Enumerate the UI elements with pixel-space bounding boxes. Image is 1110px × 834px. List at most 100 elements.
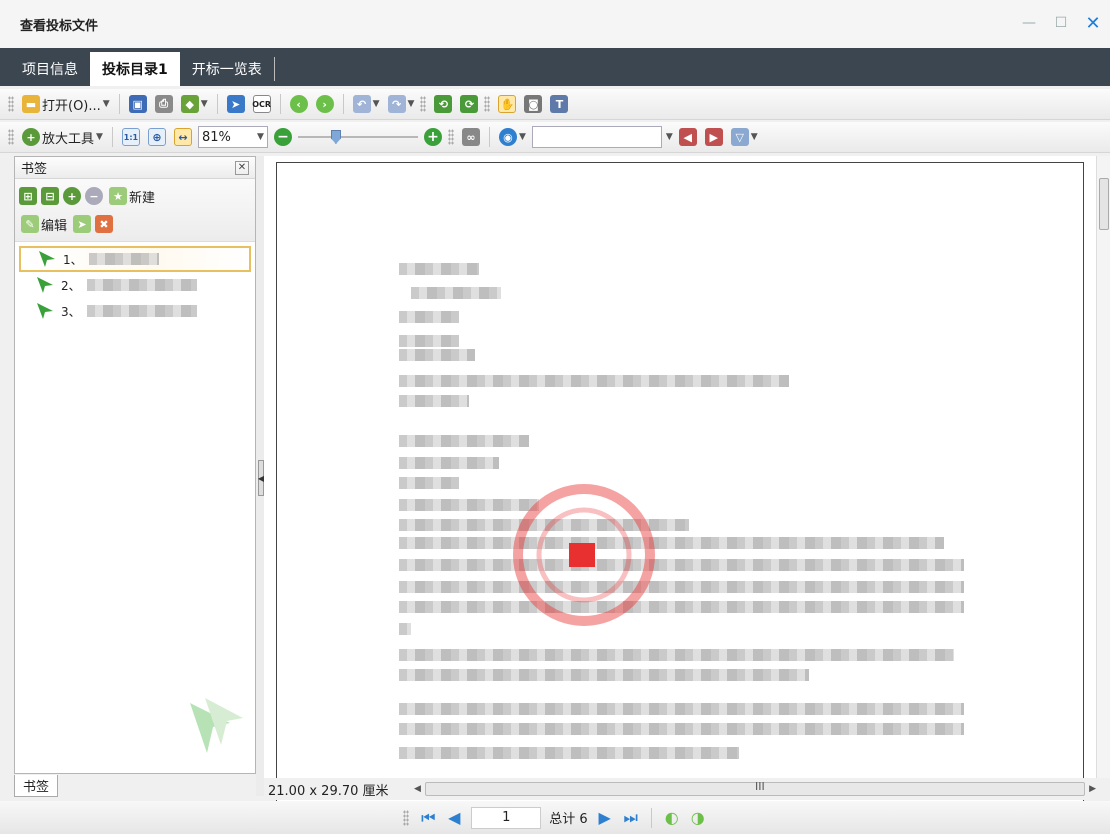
close-icon[interactable]: ✕: [235, 160, 249, 175]
history-back-icon[interactable]: ◐: [663, 808, 681, 827]
previous-page-icon[interactable]: ◀: [445, 808, 463, 827]
toolbar-grip[interactable]: [484, 96, 491, 112]
tab-bid-directory[interactable]: 投标目录1: [90, 52, 180, 86]
snapshot-button[interactable]: ◙: [522, 93, 544, 115]
save-button[interactable]: ▣: [127, 93, 149, 115]
total-pages-label: 总计 6: [549, 812, 588, 827]
bookmark-item[interactable]: 3、: [17, 298, 253, 324]
first-page-icon[interactable]: ⏮: [419, 808, 437, 827]
actual-size-button[interactable]: 1:1: [120, 126, 142, 148]
search-input[interactable]: [531, 126, 662, 148]
toolbar-grip[interactable]: [420, 96, 427, 112]
new-bookmark-button[interactable]: ★ 新建: [107, 185, 157, 207]
zoom-in-icon[interactable]: +: [63, 187, 81, 205]
rotate-left-button[interactable]: ⟲: [432, 93, 454, 115]
tab-project-info[interactable]: 项目信息: [10, 52, 90, 86]
toolbar-grip[interactable]: [8, 129, 14, 145]
redacted-text: [399, 623, 411, 641]
fit-width-icon: ↔: [173, 128, 192, 146]
bookmark-item[interactable]: 1、: [19, 246, 251, 272]
tab-divider: [273, 57, 275, 81]
horizontal-scrollbar[interactable]: ◀ III ▶: [414, 780, 1110, 797]
zoom-slider[interactable]: [297, 127, 418, 147]
rotate-right-icon: ⟳: [460, 95, 479, 113]
redacted-text: [399, 457, 499, 475]
zoom-slider-thumb[interactable]: [330, 130, 341, 144]
document-viewer[interactable]: [264, 156, 1096, 802]
vertical-scrollbar[interactable]: [1096, 156, 1110, 778]
collapse-all-icon[interactable]: ⊟: [41, 187, 59, 205]
chevron-down-icon: ▼: [96, 132, 103, 142]
scroll-left-icon[interactable]: ◀: [414, 784, 421, 794]
find-previous-button[interactable]: ◀: [677, 126, 699, 148]
history-forward-icon[interactable]: ◑: [689, 808, 707, 827]
find-button[interactable]: ∞: [460, 126, 482, 148]
redacted-text: [399, 435, 529, 453]
zoom-tool-label: 放大工具: [42, 131, 95, 147]
bookmark-arrow-icon: [37, 303, 53, 319]
bookmark-item-label: 3、: [61, 304, 81, 319]
zoom-out-icon[interactable]: −: [85, 187, 103, 205]
chevron-down-icon[interactable]: ▼: [666, 132, 673, 142]
toolbar-grip[interactable]: [447, 129, 454, 145]
forward-button[interactable]: ›: [314, 93, 336, 115]
redo-button[interactable]: ↷ ▼: [386, 93, 417, 115]
last-page-icon[interactable]: ⏭: [622, 808, 640, 827]
print-button[interactable]: ⎙: [153, 93, 175, 115]
scroll-grip-mark: III: [755, 780, 765, 793]
minimize-icon[interactable]: —: [1020, 14, 1038, 32]
zoom-in-button[interactable]: +: [422, 126, 444, 148]
redacted-text: [399, 581, 964, 599]
tab-bid-opening-list[interactable]: 开标一览表: [180, 52, 274, 86]
move-bookmark-icon[interactable]: ➤: [73, 215, 92, 233]
zoom-tool-button[interactable]: + 放大工具 ▼: [20, 126, 105, 148]
ocr-button[interactable]: OCR: [251, 93, 273, 115]
page-number-input[interactable]: 1: [471, 806, 542, 829]
hand-tool-button[interactable]: ✋: [496, 93, 518, 115]
fit-page-button[interactable]: ⊕: [146, 126, 168, 148]
close-icon[interactable]: ✕: [1084, 13, 1102, 34]
find-next-button[interactable]: ▶: [703, 126, 725, 148]
open-button[interactable]: ▬ 打开(O)... ▼: [20, 93, 112, 115]
bookmark-item[interactable]: 2、: [17, 272, 253, 298]
chevron-down-icon: ▼: [407, 99, 415, 109]
bookmark-toolbar-row: ⊞ ⊟ + − ★ 新建: [19, 182, 251, 210]
toolbar-grip[interactable]: [403, 809, 410, 826]
send-button[interactable]: ➤: [225, 93, 247, 115]
bookmark-bottom-tab[interactable]: 书签: [14, 775, 58, 797]
fit-width-button[interactable]: ↔: [172, 126, 194, 148]
redacted-text: [411, 287, 501, 305]
undo-button[interactable]: ↶ ▼: [351, 93, 382, 115]
export-button[interactable]: ◆ ▼: [179, 93, 210, 115]
rotate-right-button[interactable]: ⟳: [458, 93, 480, 115]
select-text-button[interactable]: T: [548, 93, 570, 115]
horizontal-scrollbar-track[interactable]: III: [424, 780, 1086, 796]
delete-bookmark-icon[interactable]: ✖: [95, 215, 114, 233]
title-bar: 查看投标文件 — ☐ ✕: [0, 0, 1110, 48]
edit-bookmark-icon: ✎: [21, 215, 39, 233]
filter-button[interactable]: ▽ ▼: [729, 126, 760, 148]
redacted-text: [399, 669, 809, 687]
page-size-label: 21.00 x 29.70 厘米: [268, 783, 389, 799]
zoom-out-button[interactable]: −: [272, 126, 294, 148]
redacted-text: [86, 279, 197, 291]
expand-all-icon[interactable]: ⊞: [19, 187, 37, 205]
page-navigation-bar: ⏮ ◀ 1 总计 6 ▶ ⏭ ◐ ◑: [0, 801, 1110, 834]
bookmark-toolbar-row: ✎ 编辑 ➤ ✖: [19, 210, 251, 238]
bookmark-toolbar: ⊞ ⊟ + − ★ 新建 ✎ 编辑 ➤ ✖: [15, 179, 255, 242]
vertical-scrollbar-thumb[interactable]: [1099, 178, 1109, 230]
scroll-right-icon[interactable]: ▶: [1089, 784, 1096, 794]
bookmark-item-label: 1、: [63, 252, 83, 267]
maximize-icon[interactable]: ☐: [1052, 14, 1070, 32]
filter-icon: ▽: [730, 128, 749, 146]
zoom-select[interactable]: 81% ▼: [197, 126, 268, 148]
main-toolbar: ▬ 打开(O)... ▼ ▣ ⎙ ◆ ▼ ➤ OCR ‹ › ↶ ▼ ↷ ▼ ⟲ ⟳ …: [0, 89, 1110, 120]
edit-bookmark-button[interactable]: ✎ 编辑: [19, 213, 69, 235]
next-page-icon[interactable]: ▶: [596, 808, 614, 827]
redacted-text: [399, 703, 964, 721]
binoculars-icon: ∞: [461, 128, 480, 146]
redacted-text: [399, 263, 479, 281]
web-search-button[interactable]: ◉ ▼: [497, 126, 528, 148]
back-button[interactable]: ‹: [288, 93, 310, 115]
toolbar-grip[interactable]: [8, 96, 14, 112]
